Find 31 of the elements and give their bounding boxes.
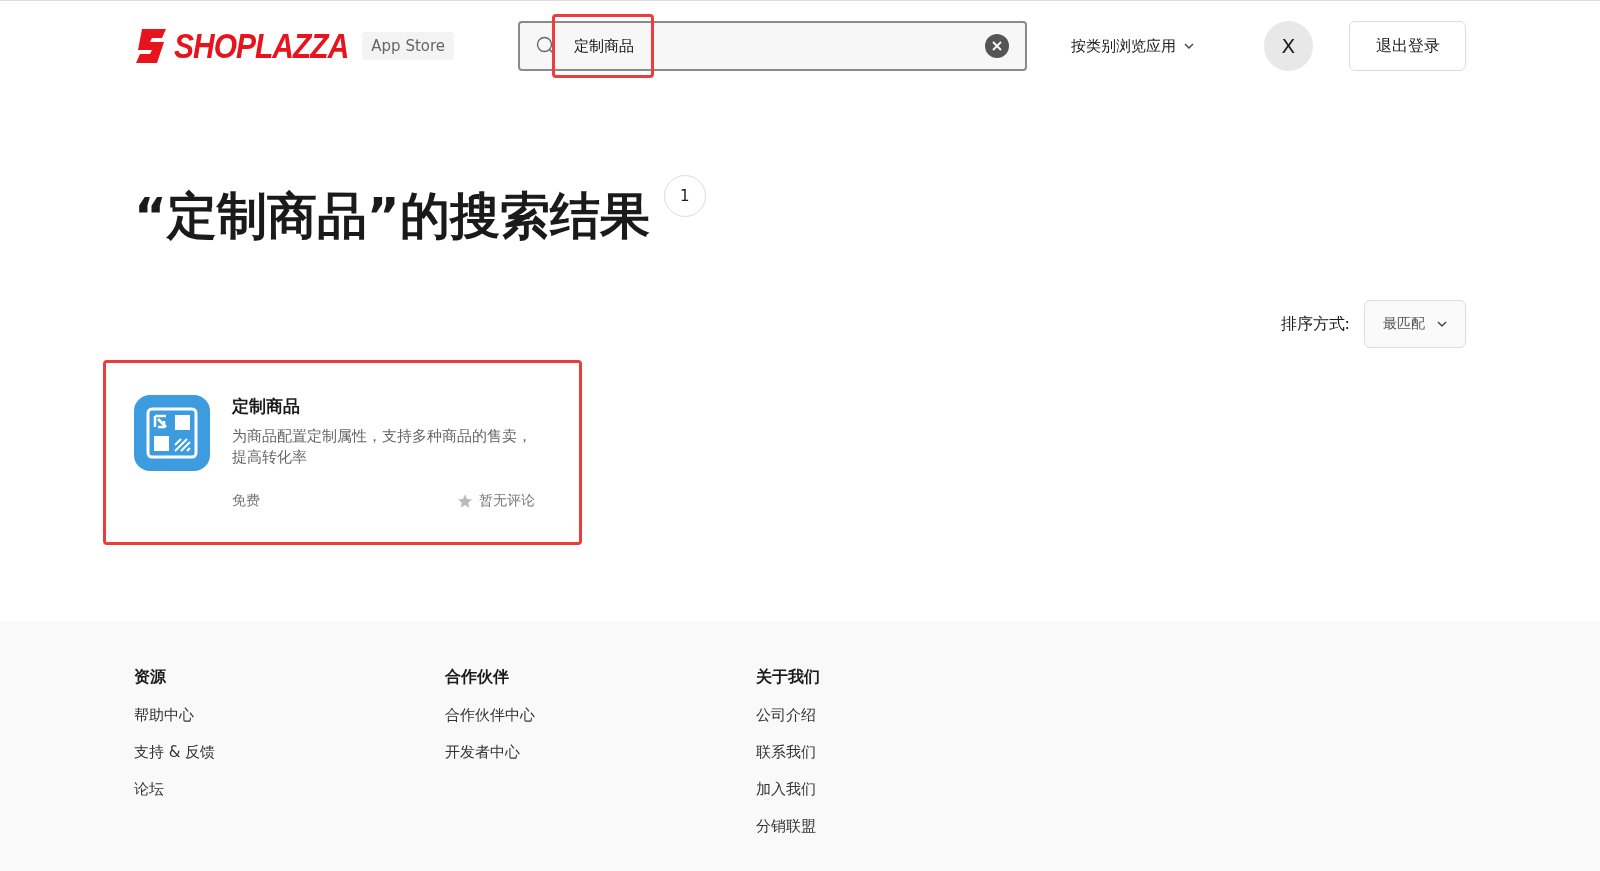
avatar[interactable]: X: [1263, 21, 1314, 71]
sort-dropdown[interactable]: 最匹配: [1364, 300, 1466, 348]
review-status: 暂无评论: [479, 492, 535, 510]
footer-link[interactable]: 论坛: [134, 780, 445, 799]
sort-label: 排序方式:: [1280, 313, 1350, 335]
footer-link[interactable]: 支持 & 反馈: [134, 743, 445, 762]
logo-mark-icon: [134, 27, 168, 65]
logout-button[interactable]: 退出登录: [1349, 21, 1466, 71]
footer-link[interactable]: 联系我们: [756, 743, 1067, 762]
app-description: 为商品配置定制属性，支持多种商品的售卖，提高转化率: [232, 426, 533, 468]
app-icon: [134, 395, 210, 471]
footer-link[interactable]: 分销联盟: [756, 817, 1067, 836]
footer-heading: 资源: [134, 667, 167, 688]
chevron-down-icon: [1183, 43, 1194, 49]
app-name[interactable]: 定制商品: [232, 395, 535, 418]
footer-heading: 合作伙伴: [445, 667, 510, 688]
logo-text: SHOPLAZZA: [174, 26, 349, 66]
star-icon: [457, 493, 473, 509]
footer-link[interactable]: 开发者中心: [445, 743, 756, 762]
close-icon: [991, 41, 1002, 51]
store-badge: App Store: [362, 32, 455, 60]
browse-menu[interactable]: 按类别浏览应用: [1070, 36, 1194, 56]
search-field[interactable]: 定制商品: [518, 21, 1027, 71]
app-price: 免费: [232, 492, 260, 510]
footer-link[interactable]: 公司介绍: [756, 706, 1067, 725]
footer-link[interactable]: 帮助中心: [134, 706, 445, 725]
footer-heading: 关于我们: [756, 667, 821, 688]
page-title: “定制商品”的搜索结果: [134, 186, 650, 247]
footer-link[interactable]: 加入我们: [756, 780, 1067, 799]
footer-link[interactable]: 合作伙伴中心: [445, 706, 756, 725]
chevron-down-icon: [1437, 321, 1447, 327]
